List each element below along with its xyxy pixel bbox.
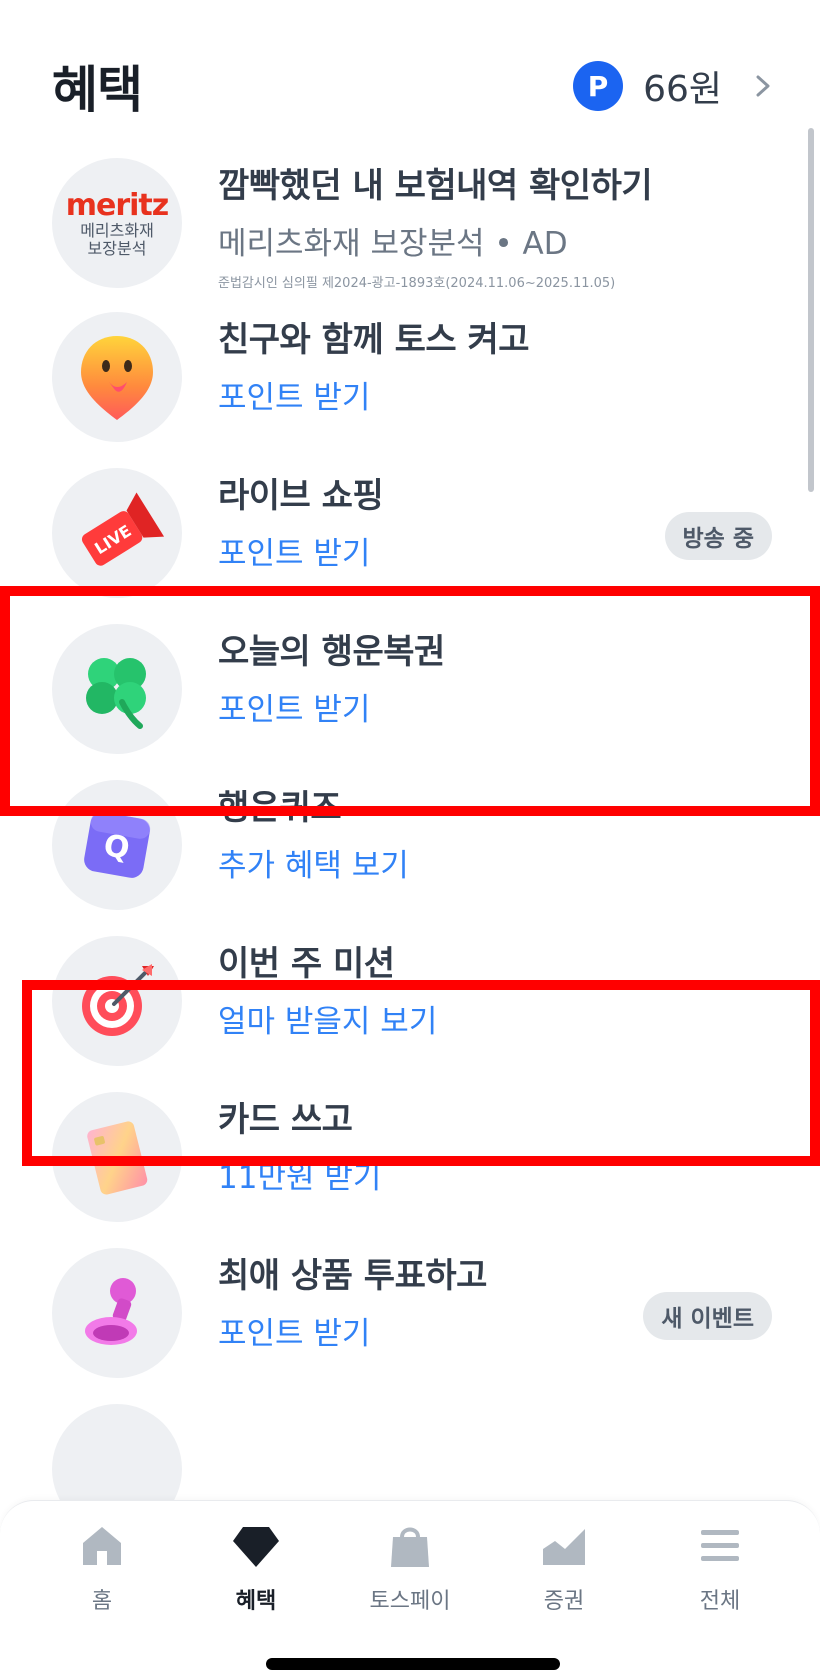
smiley-pin-icon xyxy=(52,312,182,442)
item-subtitle: 메리츠화재 보장분석 • AD xyxy=(218,226,568,262)
chevron-right-icon xyxy=(756,75,770,97)
header: 혜택 P 66원 xyxy=(0,0,820,150)
target-dart-icon xyxy=(52,936,182,1066)
item-title: 이번 주 미션 xyxy=(218,944,395,984)
meritz-logo: meritz 메리츠화재 보장분석 xyxy=(52,158,182,288)
tab-benefits[interactable]: 혜택 xyxy=(186,1521,326,1621)
tab-tosspay[interactable]: 토스페이 xyxy=(340,1521,480,1621)
item-subtitle: 포인트 받기 xyxy=(218,380,371,416)
list-item-vote-product[interactable]: 최애 상품 투표하고 포인트 받기 새 이벤트 xyxy=(0,1236,820,1396)
tab-label: 증권 xyxy=(543,1589,585,1614)
item-fine-print: 준법감시인 심의필 제2024-광고-1893호(2024.11.06~2025… xyxy=(218,276,616,291)
menu-icon xyxy=(701,1530,739,1561)
points-icon: P xyxy=(573,61,624,111)
status-badge: 새 이벤트 xyxy=(643,1292,772,1340)
item-title: 친구와 함께 토스 켜고 xyxy=(218,320,530,360)
tab-all[interactable]: 전체 xyxy=(650,1521,790,1621)
item-title: 최애 상품 투표하고 xyxy=(218,1256,487,1296)
list-item-invite-friends[interactable]: 친구와 함께 토스 켜고 포인트 받기 xyxy=(0,300,820,460)
list-item-insurance-ad[interactable]: meritz 메리츠화재 보장분석 깜빡했던 내 보험내역 확인하기 메리츠화재… xyxy=(0,146,820,306)
status-badge: 방송 중 xyxy=(664,512,772,560)
page-title: 혜택 xyxy=(52,61,143,119)
list-item-card-spend[interactable]: 카드 쓰고 11만원 받기 xyxy=(0,1080,820,1240)
tab-securities[interactable]: 증권 xyxy=(494,1521,634,1621)
list-item-weekly-mission[interactable]: 이번 주 미션 얼마 받을지 보기 xyxy=(0,924,820,1084)
clover-icon xyxy=(52,624,182,754)
stamp-icon xyxy=(52,1248,182,1378)
benefit-diamond-icon xyxy=(233,1527,279,1567)
tab-home[interactable]: 홈 xyxy=(32,1521,172,1621)
points-button[interactable]: P 66원 xyxy=(573,58,774,114)
home-icon xyxy=(83,1527,121,1565)
item-title: 오늘의 행운복권 xyxy=(218,632,445,672)
item-subtitle: 포인트 받기 xyxy=(218,536,371,572)
meritz-logo-sub1: 메리츠화재 xyxy=(80,220,154,240)
shopping-bag-icon xyxy=(391,1527,429,1567)
item-subtitle: 얼마 받을지 보기 xyxy=(218,1004,438,1040)
tab-label: 토스페이 xyxy=(369,1589,451,1614)
list-item-lucky-lottery[interactable]: 오늘의 행운복권 포인트 받기 xyxy=(0,612,820,772)
item-title: 카드 쓰고 xyxy=(218,1100,353,1140)
quiz-cube-icon: Q xyxy=(52,780,182,910)
tab-label: 홈 xyxy=(91,1589,113,1614)
tab-label: 전체 xyxy=(699,1589,741,1614)
item-title: 깜빡했던 내 보험내역 확인하기 xyxy=(218,166,653,206)
list-item-lucky-quiz[interactable]: Q 행운퀴즈 추가 혜택 보기 xyxy=(0,768,820,928)
item-subtitle: 포인트 받기 xyxy=(218,1316,371,1352)
meritz-logo-word: meritz xyxy=(65,187,169,223)
live-megaphone-icon: LIVE xyxy=(52,468,182,598)
item-title: 라이브 쇼핑 xyxy=(218,476,384,516)
item-title: 행운퀴즈 xyxy=(218,788,342,828)
list-item-live-shopping[interactable]: LIVE 라이브 쇼핑 포인트 받기 방송 중 xyxy=(0,456,820,616)
tab-label: 혜택 xyxy=(235,1589,277,1614)
item-subtitle: 포인트 받기 xyxy=(218,692,371,728)
meritz-logo-sub2: 보장분석 xyxy=(87,238,147,258)
item-subtitle: 추가 혜택 보기 xyxy=(218,848,409,884)
home-indicator[interactable] xyxy=(266,1658,560,1670)
points-amount: 66원 xyxy=(643,69,722,110)
item-subtitle: 11만원 받기 xyxy=(218,1160,382,1196)
chart-icon xyxy=(543,1529,585,1565)
card-icon xyxy=(52,1092,182,1222)
bottom-tab-bar: 홈 혜택 토스페이 증권 전체 xyxy=(0,1500,820,1680)
